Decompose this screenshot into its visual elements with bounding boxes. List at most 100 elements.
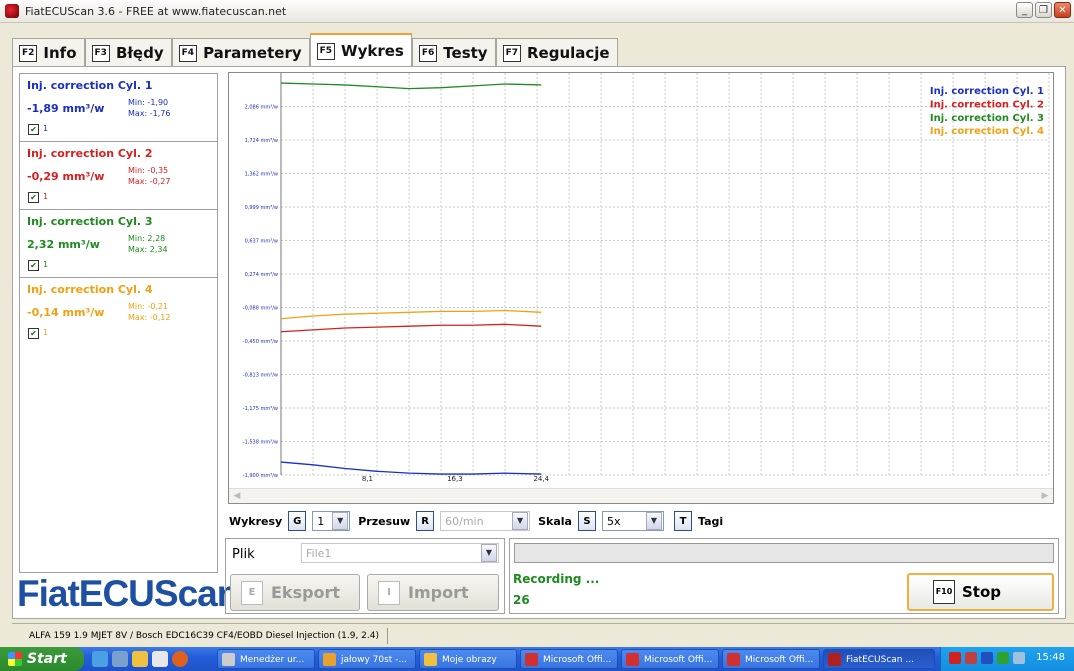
volume-icon[interactable] — [1013, 652, 1025, 664]
task-button[interactable]: Microsoft Offi... — [722, 649, 820, 669]
y-tick-label: 1,362 mm³/w — [245, 171, 278, 177]
cylinder-title: Inj. correction Cyl. 2 — [27, 147, 153, 160]
legend-entry: Inj. correction Cyl. 1 — [930, 86, 1044, 97]
cylinder-panel[interactable]: Inj. correction Cyl. 1 -1,89 mm³/w Min: … — [20, 74, 217, 142]
scroll-right-icon[interactable]: ▶ — [1039, 490, 1051, 502]
firefox-icon[interactable] — [172, 651, 188, 667]
browser-icon[interactable] — [92, 651, 108, 667]
start-button[interactable]: Start — [0, 647, 84, 671]
outlook-icon[interactable] — [152, 651, 168, 667]
minimize-button[interactable]: _ — [1016, 2, 1033, 18]
status-bar — [514, 543, 1054, 563]
series-line — [280, 82, 542, 90]
przesuw-select[interactable]: 60/min ▼ — [440, 511, 531, 531]
cylinder-checkbox[interactable]: ✔ — [28, 124, 39, 135]
wykresy-select[interactable]: 1 ▼ — [312, 511, 351, 531]
antivirus-icon[interactable] — [949, 652, 961, 664]
file-select[interactable]: File1 ▼ — [301, 543, 499, 563]
y-tick-label: -1,900 mm³/w — [243, 473, 278, 479]
tab-key: F4 — [178, 44, 198, 62]
cylinder-value: -0,14 mm³/w — [27, 306, 105, 319]
tab-label: Parametery — [203, 44, 302, 62]
wykresy-label: Wykresy — [229, 514, 283, 528]
y-tick-label: -0,813 mm³/w — [243, 373, 278, 379]
tab-key: F2 — [19, 44, 38, 62]
network-icon[interactable] — [965, 652, 977, 664]
cylinder-title: Inj. correction Cyl. 3 — [27, 215, 153, 228]
chevron-down-icon[interactable]: ▼ — [645, 512, 662, 530]
skala-label: Skala — [538, 514, 572, 528]
import-key: I — [378, 580, 400, 605]
cylinder-panel[interactable]: Inj. correction Cyl. 3 2,32 mm³/w Min: 2… — [20, 210, 217, 278]
cylinder-panel[interactable]: Inj. correction Cyl. 4 -0,14 mm³/w Min: … — [20, 278, 217, 346]
y-tick-label: 1,724 mm³/w — [245, 138, 278, 144]
tab-key: F6 — [418, 44, 438, 62]
task-label: Microsoft Offi... — [745, 655, 814, 665]
series-line — [280, 309, 542, 320]
task-button[interactable]: Microsoft Offi... — [520, 649, 618, 669]
chevron-down-icon[interactable]: ▼ — [332, 512, 349, 530]
cylinder-checkbox[interactable]: ✔ — [28, 192, 39, 203]
y-tick-label: 2,086 mm³/w — [245, 105, 278, 111]
tab-regulacje[interactable]: F7 Regulacje — [495, 38, 618, 67]
tab-testy[interactable]: F6 Testy — [411, 38, 496, 67]
skala-select[interactable]: 5x ▼ — [601, 511, 664, 531]
stop-button[interactable]: F10 Stop — [907, 573, 1054, 611]
cylinder-min: Min: -0,21 — [128, 302, 169, 311]
stop-key: F10 — [933, 580, 955, 604]
scroll-left-icon[interactable]: ◀ — [231, 490, 243, 502]
cylinder-checkbox-label: 1 — [43, 192, 49, 201]
x-tick-label: 24,4 — [533, 475, 549, 483]
task-button[interactable]: Moje obrazy — [419, 649, 517, 669]
task-button[interactable]: FiatECUScan ... — [823, 649, 935, 669]
cylinder-panel[interactable]: Inj. correction Cyl. 2 -0,29 mm³/w Min: … — [20, 142, 217, 210]
skala-key-button[interactable]: S — [577, 511, 596, 531]
recording-panel: Recording ... 26 F10 Stop — [509, 538, 1059, 614]
chevron-down-icon: ▼ — [512, 512, 529, 530]
windows-flag-icon — [8, 652, 22, 666]
taskbar: Start Menedżer ur... jałowy 70st -... Mo… — [0, 647, 1074, 671]
skala-value: 5x — [606, 514, 621, 528]
y-tick-label: -0,450 mm³/w — [243, 339, 278, 345]
cylinder-value: -0,29 mm³/w — [27, 170, 105, 183]
ecu-info: ALFA 159 1.9 MJET 8V / Bosch EDC16C39 CF… — [29, 628, 389, 644]
tab-parametery[interactable]: F4 Parametery — [171, 38, 310, 67]
tab-wykres[interactable]: F5 Wykres — [309, 33, 412, 67]
tab-info[interactable]: F2 Info — [12, 38, 85, 67]
y-tick-label: 0,999 mm³/w — [245, 205, 278, 211]
series-line — [280, 323, 542, 333]
window-controls: _ ❐ ✕ — [1016, 2, 1071, 18]
cylinder-checkbox[interactable]: ✔ — [28, 328, 39, 339]
eksport-button[interactable]: E Eksport — [230, 574, 360, 611]
task-button[interactable]: jałowy 70st -... — [318, 649, 416, 669]
cylinder-checkbox[interactable]: ✔ — [28, 260, 39, 271]
bluetooth-icon[interactable] — [981, 652, 993, 664]
legend-entry: Inj. correction Cyl. 2 — [930, 99, 1044, 110]
tab-bar: F2 Info F3 Błędy F4 Parametery F5 Wykres F6 T… — [12, 33, 618, 67]
import-button[interactable]: I Import — [367, 574, 499, 611]
cylinder-value: 2,32 mm³/w — [27, 238, 100, 251]
cylinder-max: Max: -1,76 — [128, 109, 171, 118]
stop-label: Stop — [962, 583, 1002, 601]
tab-label: Wykres — [341, 42, 404, 60]
przesuw-key-button[interactable]: R — [416, 511, 435, 531]
media-player-icon[interactable] — [112, 651, 128, 667]
task-button[interactable]: Microsoft Offi... — [621, 649, 719, 669]
eksport-label: Eksport — [271, 583, 341, 602]
y-tick-label: -1,538 mm³/w — [243, 440, 278, 446]
cylinder-title: Inj. correction Cyl. 1 — [27, 79, 153, 92]
cylinder-title: Inj. correction Cyl. 4 — [27, 283, 153, 296]
folder-icon[interactable] — [132, 651, 148, 667]
series-line — [280, 461, 542, 475]
wykresy-key-button[interactable]: G — [288, 511, 307, 531]
task-button[interactable]: Menedżer ur... — [217, 649, 315, 669]
update-icon[interactable] — [997, 652, 1009, 664]
tab-bledy[interactable]: F3 Błędy — [84, 38, 172, 67]
chart-horizontal-scrollbar[interactable]: ◀ ▶ — [229, 488, 1053, 503]
tagi-key-button[interactable]: T — [673, 511, 692, 531]
start-label: Start — [27, 651, 67, 667]
restore-button[interactable]: ❐ — [1035, 2, 1052, 18]
close-button[interactable]: ✕ — [1054, 2, 1071, 18]
title-bar: FiatECUScan 3.6 - FREE at www.fiatecusca… — [0, 0, 1074, 23]
folder-icon — [424, 653, 437, 666]
